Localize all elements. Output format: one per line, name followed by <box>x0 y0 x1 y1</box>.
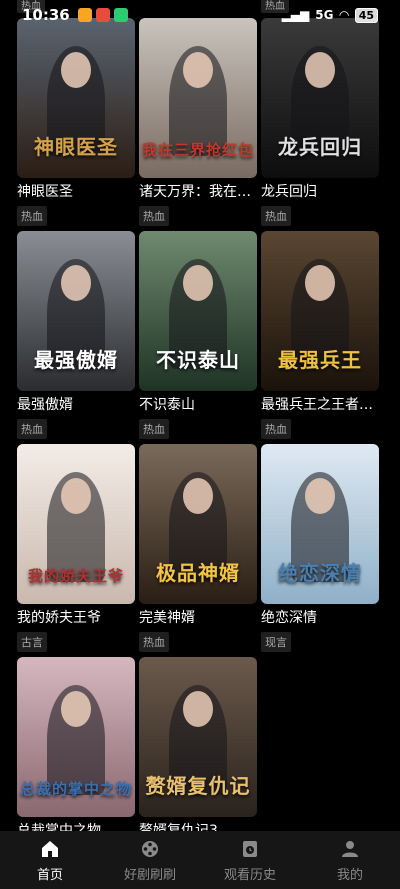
notification-app-icon <box>77 8 92 22</box>
poster-face <box>183 478 213 514</box>
drama-card[interactable]: 龙兵回归 龙兵回归 热血 <box>261 18 379 231</box>
wifi-icon: ◠ <box>339 8 349 22</box>
status-right: ▂▄▆ 5G ◠ 45 <box>281 7 378 23</box>
genre-tag: 热血 <box>17 419 47 439</box>
genre-tag: 热血 <box>261 419 291 439</box>
poster-title-art: 神眼医圣 <box>34 135 118 159</box>
drama-title[interactable]: 龙兵回归 <box>261 182 379 202</box>
drama-title[interactable]: 绝恋深情 <box>261 608 379 628</box>
poster-face <box>61 52 91 88</box>
poster-title-art: 我的娇夫王爷 <box>27 567 124 585</box>
genre-tag: 热血 <box>139 206 169 226</box>
drama-poster[interactable]: 最强兵王 <box>261 231 379 391</box>
genre-tag: 热血 <box>139 632 169 652</box>
drama-poster[interactable]: 绝恋深情 <box>261 444 379 604</box>
drama-card[interactable]: 不识泰山 不识泰山 热血 <box>139 231 257 444</box>
tab-label: 好剧刷刷 <box>123 867 176 883</box>
drama-poster[interactable]: 神眼医圣 <box>17 18 135 178</box>
drama-title[interactable]: 最强傲婿 <box>17 395 135 415</box>
notification-app-icon <box>95 8 110 22</box>
tab-user[interactable]: 我的 <box>300 831 400 889</box>
drama-title[interactable]: 不识泰山 <box>139 395 257 415</box>
drama-grid: 神眼医圣神眼医圣热血我在三界抢红包诸天万界：我在三界抢红包热血龙兵回归龙兵回归热… <box>17 18 383 870</box>
poster-face <box>61 691 91 727</box>
drama-card[interactable]: 我的娇夫王爷 我的娇夫王爷 古言 <box>17 444 135 657</box>
poster-face <box>305 52 335 88</box>
drama-title[interactable]: 神眼医圣 <box>17 182 135 202</box>
poster-title-art: 最强傲婿 <box>34 348 118 372</box>
poster-face <box>183 691 213 727</box>
bottom-tab-bar: 首页 好剧刷刷 观看历史 我的 <box>0 831 400 889</box>
drama-title[interactable]: 诸天万界：我在三界抢红包 <box>139 182 257 202</box>
genre-tag: 热血 <box>17 206 47 226</box>
poster-face <box>61 478 91 514</box>
tab-film-reel[interactable]: 好剧刷刷 <box>100 831 200 889</box>
drama-poster[interactable]: 龙兵回归 <box>261 18 379 178</box>
poster-title-art: 龙兵回归 <box>278 135 362 159</box>
drama-poster[interactable]: 总裁的掌中之物 <box>17 657 135 817</box>
poster-title-art: 赘婿复仇记 <box>145 774 251 798</box>
tab-label: 观看历史 <box>223 867 276 883</box>
drama-card[interactable]: 绝恋深情 绝恋深情 现言 <box>261 444 379 657</box>
signal-label: 5G <box>315 8 334 22</box>
poster-title-art: 我在三界抢红包 <box>141 141 254 159</box>
battery-icon: 45 <box>354 7 378 23</box>
tab-label: 我的 <box>336 867 363 883</box>
drama-poster[interactable]: 不识泰山 <box>139 231 257 391</box>
drama-poster[interactable]: 我的娇夫王爷 <box>17 444 135 604</box>
drama-title[interactable]: 完美神婿 <box>139 608 257 628</box>
poster-title-art: 总裁的掌中之物 <box>19 780 132 798</box>
drama-card[interactable]: 我在三界抢红包诸天万界：我在三界抢红包热血 <box>139 18 257 231</box>
drama-card[interactable]: 最强兵王最强兵王之王者归来 热血 <box>261 231 379 444</box>
genre-tag: 现言 <box>261 632 291 652</box>
film-reel-icon <box>139 838 161 860</box>
poster-face <box>183 52 213 88</box>
signal-icon: ▂▄▆ <box>281 8 310 22</box>
status-time: 10:36 <box>22 6 70 24</box>
drama-title[interactable]: 最强兵王之王者归来 <box>261 395 379 415</box>
status-bar: 10:36 ▂▄▆ 5G ◠ 45 <box>0 0 400 30</box>
tab-home[interactable]: 首页 <box>0 831 100 889</box>
drama-poster[interactable]: 赘婿复仇记 <box>139 657 257 817</box>
tab-label: 首页 <box>36 867 63 883</box>
drama-poster[interactable]: 我在三界抢红包 <box>139 18 257 178</box>
user-icon <box>339 838 361 860</box>
drama-card[interactable]: 最强傲婿 最强傲婿 热血 <box>17 231 135 444</box>
poster-face <box>305 265 335 301</box>
poster-title-art: 绝恋深情 <box>278 561 362 585</box>
poster-face <box>183 265 213 301</box>
poster-title-art: 极品神婿 <box>156 561 240 585</box>
poster-title-art: 不识泰山 <box>156 348 240 372</box>
tab-history[interactable]: 观看历史 <box>200 831 300 889</box>
genre-tag: 热血 <box>261 206 291 226</box>
wechat-icon <box>113 8 128 22</box>
poster-face <box>61 265 91 301</box>
drama-card[interactable]: 神眼医圣 神眼医圣 热血 <box>17 18 135 231</box>
drama-card[interactable]: 极品神婿完美神婿热血 <box>139 444 257 657</box>
history-icon <box>239 838 261 860</box>
home-icon <box>39 838 61 860</box>
genre-tag: 古言 <box>17 632 47 652</box>
status-app-icons <box>77 8 128 22</box>
poster-title-art: 最强兵王 <box>278 348 362 372</box>
genre-tag: 热血 <box>139 419 169 439</box>
drama-poster[interactable]: 最强傲婿 <box>17 231 135 391</box>
drama-title[interactable]: 我的娇夫王爷 <box>17 608 135 628</box>
poster-face <box>305 478 335 514</box>
drama-poster[interactable]: 极品神婿 <box>139 444 257 604</box>
